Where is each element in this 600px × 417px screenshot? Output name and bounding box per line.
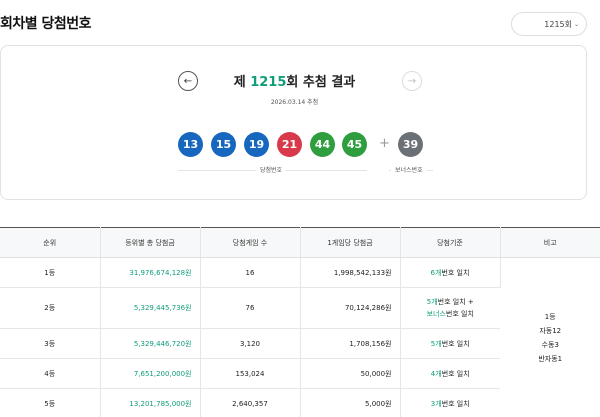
- games-cell: 16: [200, 257, 301, 288]
- draw-title: 제 1215회 추첨 결과: [233, 75, 356, 90]
- bonus-number-ball: 39: [398, 132, 423, 157]
- round-select-value: 1215회: [544, 19, 572, 29]
- winning-number-ball: 21: [277, 132, 302, 157]
- winning-number-ball: 45: [342, 132, 367, 157]
- total-prize-cell: 31,976,674,128원: [100, 257, 201, 288]
- criteria-cell: 3개번호 일치: [400, 388, 500, 417]
- games-cell: 2,640,357: [200, 388, 301, 417]
- per-game-cell: 1,708,156원: [300, 328, 401, 359]
- games-cell: 3,120: [200, 328, 301, 359]
- per-game-cell: 50,000원: [300, 358, 401, 389]
- table-header-row: 순위 등위별 총 당첨금 당첨게임 수 1게임당 당첨금 당첨기준 비고: [0, 227, 600, 258]
- rank-cell: 5등: [0, 388, 101, 417]
- draw-round-number: 1215: [250, 75, 287, 90]
- per-game-cell: 1,998,542,133원: [300, 257, 401, 288]
- games-cell: 153,024: [200, 358, 301, 389]
- round-select[interactable]: 1215회 ⌄: [511, 12, 587, 36]
- note-cell: 1등 자동12 수동3 반자동1: [500, 257, 600, 417]
- criteria-cell: 5개번호 일치 + 보너스번호 일치: [400, 287, 500, 329]
- total-prize-cell: 5,329,445,736원: [100, 287, 201, 329]
- games-cell: 76: [200, 287, 301, 329]
- plus-icon: +: [379, 136, 390, 151]
- rank-cell: 2등: [0, 287, 101, 329]
- rank-cell: 3등: [0, 328, 101, 359]
- bonus-label: 보너스번호: [391, 165, 427, 174]
- total-prize-cell: 7,651,200,000원: [100, 358, 201, 389]
- draw-result-card: ← 제 1215회 추첨 결과 → 2026.03.14 추첨 13 15 19…: [0, 45, 587, 200]
- chevron-down-icon: ⌄: [573, 21, 579, 28]
- criteria-cell: 6개번호 일치: [400, 257, 501, 288]
- header-winning-games: 당첨게임 수: [200, 227, 301, 258]
- winning-number-ball: 13: [178, 132, 203, 157]
- winning-number-ball: 15: [211, 132, 236, 157]
- rank-cell: 1등: [0, 257, 101, 288]
- winning-number-ball: 44: [310, 132, 335, 157]
- numbers-label: 당첨번호: [256, 165, 287, 174]
- header-rank: 순위: [0, 227, 101, 258]
- winning-number-ball: 19: [244, 132, 269, 157]
- rank-cell: 4등: [0, 358, 101, 389]
- total-prize-cell: 5,329,446,720원: [100, 328, 201, 359]
- prize-table: 순위 등위별 총 당첨금 당첨게임 수 1게임당 당첨금 당첨기준 비고 1등 …: [0, 227, 600, 417]
- per-game-cell: 70,124,286원: [300, 287, 401, 329]
- header-per-game-prize: 1게임당 당첨금: [300, 227, 401, 258]
- arrow-right-icon: →: [407, 75, 417, 87]
- header-total-prize: 등위별 총 당첨금: [100, 227, 201, 258]
- total-prize-cell: 13,201,785,000원: [100, 388, 201, 417]
- criteria-cell: 4개번호 일치: [400, 358, 500, 389]
- per-game-cell: 5,000원: [300, 388, 401, 417]
- next-round-button[interactable]: →: [402, 71, 422, 91]
- header-note: 비고: [500, 227, 600, 258]
- draw-date: 2026.03.14 추첨: [270, 99, 319, 106]
- header-criteria: 당첨기준: [400, 227, 501, 258]
- table-row: 1등 31,976,674,128원 16 1,998,542,133원 6개번…: [0, 257, 600, 417]
- criteria-cell: 5개번호 일치: [400, 328, 500, 359]
- page-title: 회차별 당첨번호: [0, 16, 92, 32]
